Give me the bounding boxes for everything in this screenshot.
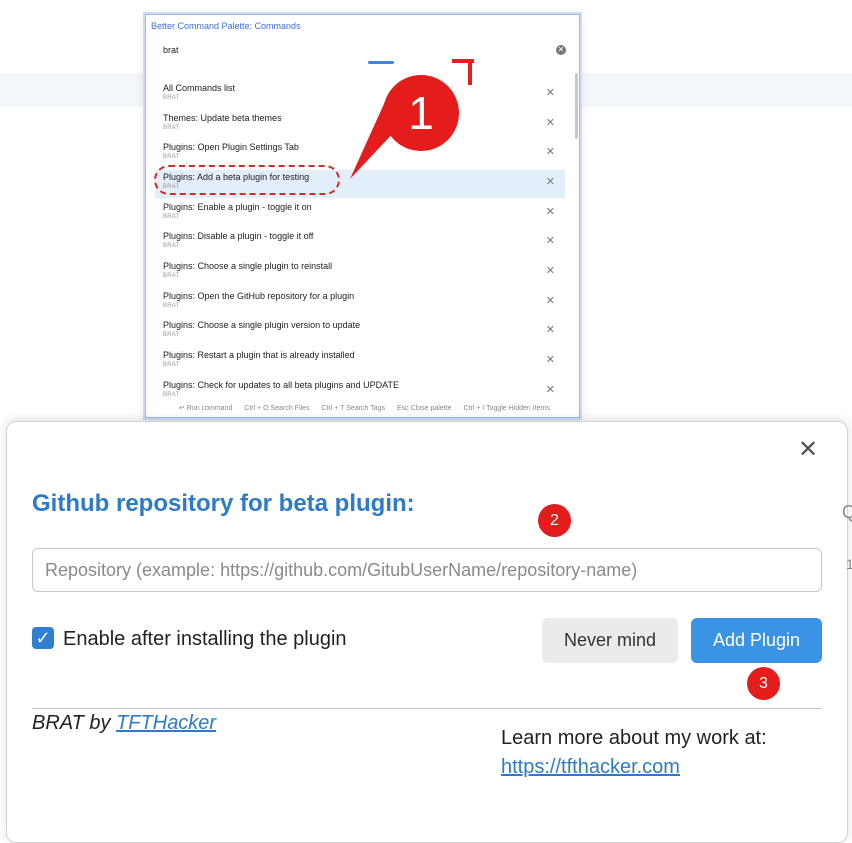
annotation-oval [154, 165, 340, 195]
palette-row[interactable]: Plugins: Choose a single plugin version … [155, 318, 565, 346]
row-source: BRAT [163, 392, 180, 398]
hint-toggle-hidden: Ctrl + I Toggle Hidden Items [463, 405, 550, 412]
row-title: Themes: Update beta themes [163, 113, 282, 123]
row-title: Plugins: Disable a plugin - toggle it of… [163, 231, 314, 241]
row-source: BRAT [163, 95, 180, 101]
hide-icon[interactable]: ✕ [546, 294, 555, 307]
palette-row[interactable]: Plugins: Open the GitHub repository for … [155, 289, 565, 317]
hide-icon[interactable]: ✕ [546, 234, 555, 247]
row-title: Plugins: Open Plugin Settings Tab [163, 142, 299, 152]
clear-circle-icon[interactable]: ✕ [556, 45, 566, 55]
hide-icon[interactable]: ✕ [546, 175, 555, 188]
row-title: Plugins: Check for updates to all beta p… [163, 380, 399, 390]
hint-close: Esc Close palette [397, 405, 452, 412]
hint-run: ↵ Run command [179, 405, 233, 412]
palette-row[interactable]: Plugins: Restart a plugin that is alread… [155, 348, 565, 376]
partial-glyph: 1 [846, 556, 852, 572]
row-source: BRAT [163, 214, 180, 220]
annotation-badge-2: 2 [538, 504, 571, 537]
row-source: BRAT [163, 154, 180, 160]
palette-row[interactable]: Plugins: Enable a plugin - toggle it on … [155, 200, 565, 228]
row-title: Plugins: Choose a single plugin version … [163, 320, 361, 330]
row-title: Plugins: Choose a single plugin to reins… [163, 261, 333, 271]
annotation-badge-3: 3 [747, 667, 780, 700]
never-mind-button[interactable]: Never mind [542, 618, 678, 663]
enable-label: Enable after installing the plugin [63, 628, 347, 650]
palette-row[interactable]: Plugins: Choose a single plugin to reins… [155, 259, 565, 287]
hide-icon[interactable]: ✕ [546, 86, 555, 99]
add-beta-plugin-dialog: ✕ Github repository for beta plugin: 2 ✓… [6, 421, 848, 843]
add-plugin-button[interactable]: Add Plugin [691, 618, 822, 663]
hide-icon[interactable]: ✕ [546, 116, 555, 129]
row-source: BRAT [163, 243, 180, 249]
palette-row[interactable]: Plugins: Disable a plugin - toggle it of… [155, 229, 565, 257]
row-source: BRAT [163, 303, 180, 309]
dialog-title: Github repository for beta plugin: [32, 490, 415, 517]
brat-credit: BRAT by TFTHacker [32, 712, 216, 735]
palette-search-input[interactable]: brat [163, 45, 179, 55]
brat-by-text: BRAT by [32, 712, 117, 734]
repository-input[interactable] [32, 548, 822, 592]
palette-title: Better Command Palette: Commands [151, 21, 301, 31]
row-source: BRAT [163, 332, 180, 338]
hide-icon[interactable]: ✕ [546, 353, 555, 366]
palette-scrollbar[interactable] [575, 73, 578, 139]
hide-icon[interactable]: ✕ [546, 383, 555, 396]
hide-icon[interactable]: ✕ [546, 145, 555, 158]
row-title: Plugins: Restart a plugin that is alread… [163, 350, 355, 360]
enable-checkbox[interactable]: ✓ [32, 627, 54, 649]
highlight-strip [368, 61, 394, 64]
search-icon-partial: Q [842, 502, 852, 522]
row-source: BRAT [163, 273, 180, 279]
annotation-badge-1: 1 [383, 75, 459, 151]
hint-search-tags: Ctrl + T Search Tags [321, 405, 386, 412]
row-title: All Commands list [163, 83, 236, 93]
hide-icon[interactable]: ✕ [546, 264, 555, 277]
close-icon[interactable]: ✕ [798, 438, 818, 462]
row-title: Plugins: Enable a plugin - toggle it on [163, 202, 312, 212]
tfthacker-site-link[interactable]: https://tfthacker.com [501, 756, 680, 779]
command-palette: Better Command Palette: Commands brat ✕ … [145, 14, 580, 418]
palette-row[interactable]: Plugins: Check for updates to all beta p… [155, 378, 565, 406]
hide-icon[interactable]: ✕ [546, 205, 555, 218]
row-source: BRAT [163, 125, 180, 131]
tfthacker-link[interactable]: TFTHacker [116, 712, 216, 734]
divider [32, 708, 822, 709]
hide-icon[interactable]: ✕ [546, 323, 555, 336]
row-source: BRAT [163, 362, 180, 368]
row-title: Plugins: Open the GitHub repository for … [163, 291, 355, 301]
learn-more-text: Learn more about my work at: [501, 727, 767, 749]
hint-search-files: Ctrl + O Search Files [244, 405, 310, 412]
palette-hints: ↵ Run command Ctrl + O Search Files Ctrl… [179, 404, 560, 412]
